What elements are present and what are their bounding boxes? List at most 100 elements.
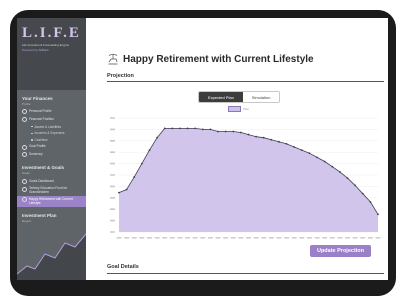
data-point xyxy=(194,127,197,130)
sidebar: L.I.F.E Life Investment Forecasting Engi… xyxy=(17,18,86,280)
x-tick-label xyxy=(375,237,381,239)
x-tick-label xyxy=(200,237,206,239)
data-point xyxy=(239,131,242,134)
data-point xyxy=(369,201,372,203)
x-tick-label xyxy=(177,237,183,239)
x-tick-label xyxy=(207,237,213,239)
data-point xyxy=(278,140,280,143)
y-tick-label xyxy=(110,140,115,142)
data-point xyxy=(148,149,151,152)
data-point xyxy=(217,130,219,133)
x-tick-label xyxy=(131,237,137,239)
data-point xyxy=(270,138,273,141)
x-tick-label xyxy=(169,237,175,239)
x-tick-label xyxy=(116,237,122,239)
sidebar-item-cashflow[interactable]: Cashflow xyxy=(17,137,86,144)
data-point xyxy=(331,165,334,168)
sidebar-item-happy-retirement[interactable]: Happy Retirement with Current Lifestyle xyxy=(17,195,86,207)
data-point xyxy=(140,162,143,165)
x-tick-label xyxy=(352,237,358,239)
sidebar-item-incomes-expenses[interactable]: Incomes & Expenses xyxy=(17,130,86,137)
x-tick-label xyxy=(124,237,130,239)
data-point xyxy=(156,136,158,139)
y-tick-label xyxy=(110,197,115,199)
x-tick-label xyxy=(345,237,351,239)
y-tick-label xyxy=(110,162,115,165)
data-point xyxy=(247,133,250,136)
data-point xyxy=(339,170,341,173)
x-tick-label xyxy=(329,237,335,239)
app-screen: L.I.F.E Life Investment Forecasting Engi… xyxy=(17,18,388,280)
sidebar-item-assets-liabilities[interactable]: Assets & Liabilities xyxy=(17,123,86,130)
data-point xyxy=(186,127,189,130)
x-tick-label xyxy=(284,237,290,239)
x-tick-label xyxy=(276,237,282,239)
data-point xyxy=(209,128,212,131)
sidebar-item-financial-position[interactable]: Financial Position xyxy=(17,116,86,124)
x-tick-label xyxy=(299,237,305,239)
page-title: Happy Retirement with Current Lifestyle xyxy=(123,53,314,65)
main-panel: Happy Retirement with Current Lifestyle … xyxy=(86,18,388,280)
sidebar-item-label: Goal Profile xyxy=(29,144,46,149)
projection-heading: Projection xyxy=(107,73,134,79)
sidebar-item-personal-profile[interactable]: Personal Profile xyxy=(17,108,86,116)
sidebar-subtitle: Report xyxy=(22,218,32,223)
sidebar-item-goals-dashboard[interactable]: Goals Dashboard xyxy=(17,177,86,185)
tab-expected-plan[interactable]: Expected Plan xyxy=(199,92,243,102)
y-tick-label xyxy=(110,117,115,119)
divider xyxy=(107,81,384,82)
x-tick-label xyxy=(322,237,328,239)
y-tick-label xyxy=(110,128,115,131)
sidebar-item-summary[interactable]: Summary xyxy=(17,151,86,159)
data-point xyxy=(300,149,303,152)
data-point xyxy=(316,156,318,159)
series-area xyxy=(119,128,378,232)
sidebar-item-label: Tertiary Education Fund for Grandchildre… xyxy=(29,186,68,195)
projection-toggle: Expected Plan Simulation xyxy=(198,91,281,103)
radio-icon xyxy=(22,152,27,158)
data-point xyxy=(118,191,120,194)
x-tick-label xyxy=(367,237,373,239)
y-tick-label xyxy=(110,231,115,233)
x-tick-label xyxy=(215,237,221,239)
radio-icon xyxy=(22,144,27,150)
x-tick-label xyxy=(146,237,152,239)
data-point xyxy=(163,127,166,130)
sidebar-item-label: Personal Profile xyxy=(29,109,52,114)
y-tick-label xyxy=(110,151,115,153)
x-tick-label xyxy=(246,237,251,239)
data-point xyxy=(179,127,181,130)
sidebar-item-label: Incomes & Expenses xyxy=(34,131,65,136)
x-tick-label xyxy=(314,237,320,239)
sidebar-item-tertiary-education[interactable]: Tertiary Education Fund for Grandchildre… xyxy=(17,185,86,196)
sidebar-item-label: Financial Position xyxy=(29,116,54,121)
tab-simulation[interactable]: Simulation xyxy=(242,92,280,102)
data-point xyxy=(201,128,204,131)
sidebar-item-label: Summary xyxy=(29,151,43,156)
bullet-icon xyxy=(31,125,33,128)
app-tagline: Life Investment Forecasting Engine xyxy=(22,43,70,47)
sidebar-item-label: Cashflow xyxy=(34,137,48,142)
x-tick-label xyxy=(162,237,168,239)
bullet-icon xyxy=(31,139,33,141)
bullet-icon xyxy=(31,132,33,134)
x-tick-label xyxy=(253,237,259,239)
radio-icon xyxy=(22,186,27,192)
sidebar-item-goal-profile[interactable]: Goal Profile xyxy=(17,143,86,151)
powered-by: Powered by AllBank xyxy=(22,48,49,52)
data-point xyxy=(224,130,227,133)
brand-block: L.I.F.E Life Investment Forecasting Engi… xyxy=(17,18,86,90)
x-tick-label xyxy=(360,237,366,239)
x-tick-label xyxy=(238,237,244,239)
x-tick-label xyxy=(306,237,312,239)
data-point xyxy=(285,143,288,145)
radio-icon xyxy=(22,178,27,184)
data-point xyxy=(232,130,235,133)
y-tick-label xyxy=(110,174,115,176)
data-point xyxy=(323,160,326,163)
projection-chart xyxy=(110,117,381,239)
sidebar-item-label: Goals Dashboard xyxy=(29,178,54,183)
app-logo[interactable]: L.I.F.E xyxy=(22,26,82,41)
data-point xyxy=(377,213,379,216)
update-projection-button[interactable]: Update Projection xyxy=(310,245,371,257)
